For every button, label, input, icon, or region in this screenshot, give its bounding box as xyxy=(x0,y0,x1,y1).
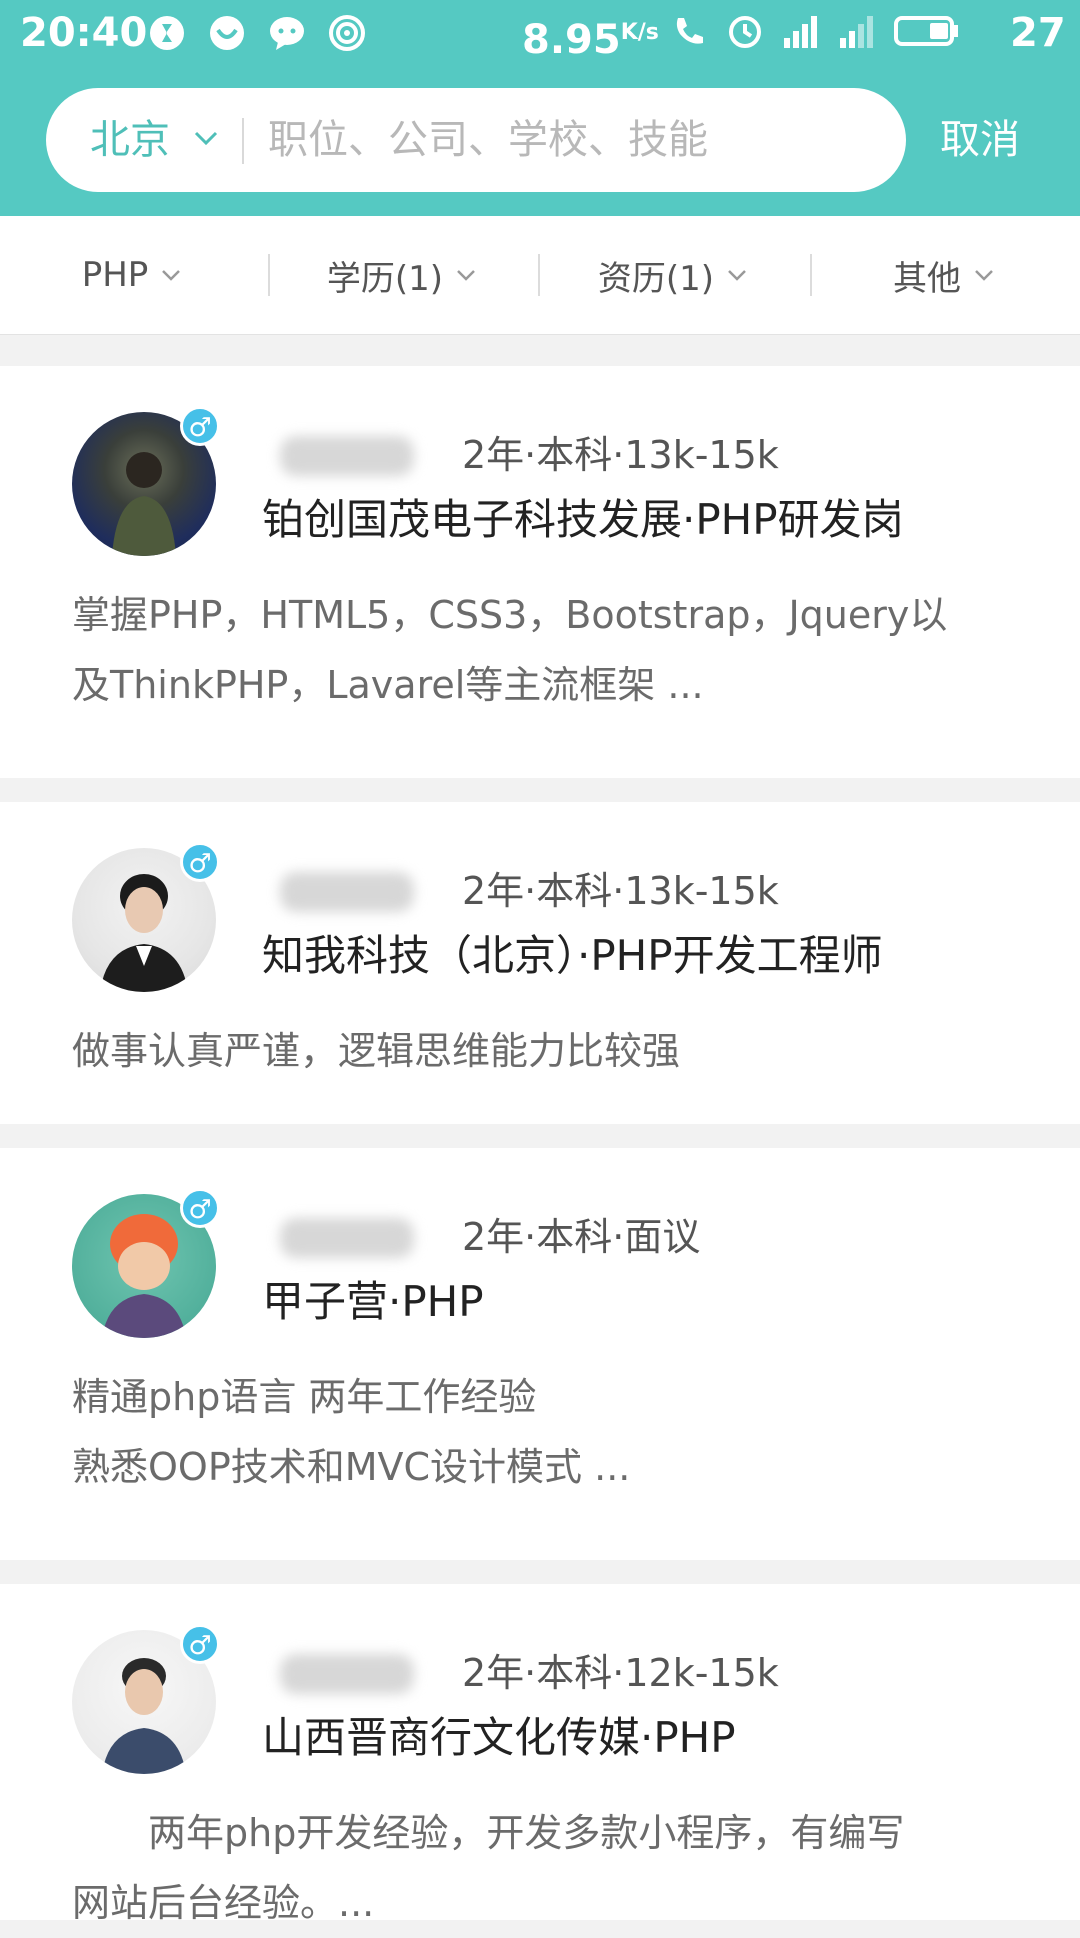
call-icon xyxy=(676,18,703,44)
battery-icon xyxy=(894,16,958,46)
hotspot-icon xyxy=(329,15,365,51)
male-gender-icon: ♂ xyxy=(180,842,220,882)
candidate-description: 掌握PHP，HTML5，CSS3，Bootstrap，Jquery以 及Thin… xyxy=(72,593,948,707)
battery-level: 27 xyxy=(1010,10,1066,56)
avatar[interactable]: ♂ xyxy=(72,1188,220,1338)
notification-icons xyxy=(148,14,366,52)
status-bar: 20:40 8.95K/s 27 xyxy=(0,0,1080,66)
chevron-down-icon xyxy=(728,270,746,281)
blurred-name xyxy=(280,436,414,476)
status-time: 20:40 xyxy=(20,10,148,56)
filter-position[interactable]: PHP xyxy=(0,216,268,334)
filter-label: 资历(1) xyxy=(597,258,715,299)
candidate-description: 精通php语言 两年工作经验 熟悉OOP技术和MVC设计模式 ... xyxy=(72,1375,631,1489)
candidate-meta: 2年·本科·13k-15k xyxy=(462,433,779,477)
candidate-meta: 2年·本科·13k-15k xyxy=(462,869,779,913)
search-divider xyxy=(242,118,244,164)
candidate-job: 甲子营·PHP xyxy=(262,1277,484,1326)
filter-education[interactable]: 学历(1) xyxy=(270,216,538,334)
avatar[interactable]: ♂ xyxy=(72,406,220,556)
candidate-card[interactable]: ♂ 2年·本科·13k-15k 知我科技（北京）·PHP开发工程师 做事认真严谨… xyxy=(0,802,1080,1124)
male-gender-icon: ♂ xyxy=(180,1188,220,1228)
signal-icon xyxy=(784,16,817,48)
filter-label: PHP xyxy=(81,255,149,295)
alarm-icon xyxy=(729,16,761,48)
system-icons xyxy=(670,12,960,50)
candidate-meta: 2年·本科·面议 xyxy=(462,1215,701,1259)
filter-bar: PHP 学历(1) 资历(1) 其他 xyxy=(0,216,1080,335)
cancel-button[interactable]: 取消 xyxy=(940,110,1020,170)
network-speed: 8.95K/s xyxy=(522,8,659,65)
candidate-description: 两年php开发经验，开发多款小程序，有编写 网站后台经验。... xyxy=(72,1811,905,1925)
candidate-card[interactable]: ♂ 2年·本科·13k-15k 铂创国茂电子科技发展·PHP研发岗 掌握PHP，… xyxy=(0,366,1080,778)
candidate-description: 做事认真严谨，逻辑思维能力比较强 xyxy=(72,1029,681,1073)
app-notification-icon xyxy=(150,16,184,50)
candidate-meta: 2年·本科·12k-15k xyxy=(462,1651,779,1695)
candidate-card[interactable]: ♂ 2年·本科·面议 甲子营·PHP 精通php语言 两年工作经验 熟悉OOP技… xyxy=(0,1148,1080,1560)
chevron-down-icon[interactable] xyxy=(186,118,226,158)
male-gender-icon: ♂ xyxy=(180,1624,220,1664)
blurred-name xyxy=(280,1218,414,1258)
network-speed-unit: K/s xyxy=(620,20,659,45)
male-gender-icon: ♂ xyxy=(180,406,220,446)
candidate-job: 知我科技（北京）·PHP开发工程师 xyxy=(262,931,883,980)
blurred-name xyxy=(280,872,414,912)
city-selector[interactable]: 北京 xyxy=(90,112,170,168)
candidate-job: 山西晋商行文化传媒·PHP xyxy=(262,1713,736,1762)
filter-label: 其他 xyxy=(893,258,961,299)
filter-other[interactable]: 其他 xyxy=(812,216,1080,334)
blurred-name xyxy=(280,1654,414,1694)
search-box: 北京 xyxy=(46,88,906,192)
network-speed-value: 8.95 xyxy=(522,17,621,63)
4g-signal-icon xyxy=(840,16,873,48)
avatar[interactable]: ♂ xyxy=(72,842,220,992)
chevron-down-icon xyxy=(975,270,993,281)
chevron-down-icon xyxy=(162,270,181,281)
chat-icon xyxy=(270,17,304,50)
chevron-down-icon xyxy=(457,270,475,281)
app-header: 20:40 8.95K/s 27 北京 职位、公司、学校、技能 取消 xyxy=(0,0,1080,216)
candidate-job: 铂创国茂电子科技发展·PHP研发岗 xyxy=(262,495,904,544)
candidate-card[interactable]: ♂ 2年·本科·12k-15k 山西晋商行文化传媒·PHP 两年php开发经验，… xyxy=(0,1584,1080,1925)
search-input[interactable] xyxy=(268,110,868,170)
filter-label: 学历(1) xyxy=(326,258,444,299)
avatar[interactable]: ♂ xyxy=(72,1624,220,1774)
smile-app-icon xyxy=(210,16,244,50)
filter-experience[interactable]: 资历(1) xyxy=(540,216,810,334)
